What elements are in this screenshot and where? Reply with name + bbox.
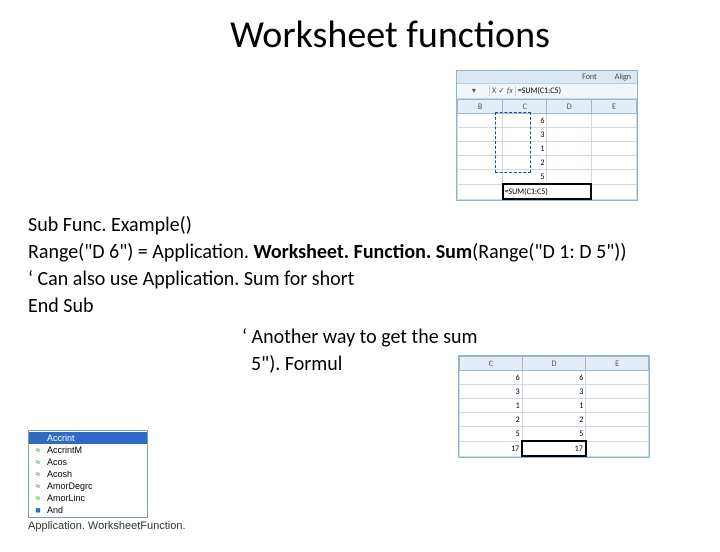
autocomplete-item-label: AmorLinc (47, 493, 85, 503)
ribbon-group-align: Align (615, 72, 631, 82)
cell: 5 (522, 427, 586, 442)
code-line-1: Sub Func. Example() (28, 212, 626, 239)
worksheet-grid-2: C D E 66 33 11 22 55 1717 (459, 356, 649, 457)
col-header: C (460, 357, 523, 371)
col-header: E (586, 357, 649, 371)
method-icon: ≈ (33, 494, 43, 502)
col-header: E (591, 100, 636, 114)
ribbon-group-font: Font (582, 72, 597, 82)
autocomplete-caption: Application. WorksheetFunction. (28, 520, 186, 532)
enter-icon: ✓ (498, 86, 505, 96)
autocomplete-item: ■ And (29, 504, 147, 516)
name-box: ▾ (457, 86, 490, 96)
code-line-2: Range("D 6") = Application. Worksheet. F… (28, 239, 626, 266)
autocomplete-item-label: Acosh (47, 469, 72, 479)
property-icon: ■ (33, 506, 43, 514)
cell: 3 (503, 128, 547, 142)
active-cell: 17 (522, 441, 586, 456)
cell: 2 (522, 413, 586, 427)
cell: 5 (503, 170, 547, 185)
autocomplete-item-label: Accrint (47, 433, 75, 443)
method-icon: ≈ (33, 470, 43, 478)
cell: 6 (460, 371, 523, 385)
worksheetfunction-autocomplete: ≈ Accrint ≈ AccrintM ≈ Acos ≈ Acosh ≈ AmorDegrc ≈ A… (28, 430, 186, 532)
autocomplete-item: ≈ AmorLinc (29, 492, 147, 504)
autocomplete-item-label: AccrintM (47, 445, 82, 455)
autocomplete-item: ≈ Acos (29, 456, 147, 468)
cell: 3 (460, 385, 523, 399)
formula-input: =SUM(C1:C5) (516, 86, 637, 96)
col-header: B (458, 100, 503, 114)
col-header: C (503, 100, 547, 114)
formula-bar: ▾ X ✓ fx =SUM(C1:C5) (457, 84, 637, 99)
cell: 1 (522, 399, 586, 413)
code-l2a: Range("D 6") = Application. (28, 240, 254, 264)
method-icon: ≈ (33, 482, 43, 490)
vba-code-block: Sub Func. Example() Range("D 6") = Appli… (28, 212, 626, 320)
col-header: D (522, 357, 586, 371)
autocomplete-item: ≈ Accrint (29, 432, 147, 444)
cell: 6 (503, 114, 547, 128)
code-line-3: ‘ Can also use Application. Sum for shor… (28, 266, 626, 293)
autocomplete-item: ≈ AccrintM (29, 444, 147, 456)
cancel-icon: X (492, 86, 496, 96)
cell: 2 (503, 156, 547, 170)
cell: 1 (503, 142, 547, 156)
formula-bar-buttons: X ✓ fx (490, 86, 516, 96)
ribbon-fragment: Font Align (457, 71, 637, 84)
code2-line-1: ‘ Another way to get the sum (242, 324, 519, 351)
cell: 17 (460, 441, 523, 456)
col-header: D (547, 100, 591, 114)
excel-screenshot-result: C D E 66 33 11 22 55 1717 (458, 355, 650, 458)
autocomplete-listbox: ≈ Accrint ≈ AccrintM ≈ Acos ≈ Acosh ≈ AmorDegrc ≈ A… (28, 430, 148, 518)
code-line-4: End Sub (28, 293, 626, 320)
code-l2c: (Range("D 1: D 5")) (472, 240, 626, 264)
fx-icon: fx (507, 86, 513, 96)
autocomplete-item-label: Acos (47, 457, 67, 467)
cell: 2 (460, 413, 523, 427)
autocomplete-item: ≈ AmorDegrc (29, 480, 147, 492)
autocomplete-item: ≈ Acosh (29, 468, 147, 480)
method-icon: ≈ (33, 434, 43, 442)
active-cell: =SUM(C1:C5) (503, 184, 592, 199)
code-l2b: Worksheet. Function. Sum (254, 240, 473, 264)
autocomplete-item-label: And (47, 505, 63, 515)
cell: 3 (522, 385, 586, 399)
cell: 1 (460, 399, 523, 413)
worksheet-grid: B C D E 6 3 1 2 5 =SUM(C1:C5) (457, 99, 637, 200)
method-icon: ≈ (33, 446, 43, 454)
excel-screenshot-formula-entry: Font Align ▾ X ✓ fx =SUM(C1:C5) B C D E … (456, 70, 638, 201)
cell: 6 (522, 371, 586, 385)
cell: 5 (460, 427, 523, 442)
method-icon: ≈ (33, 458, 43, 466)
slide-title: Worksheet functions (60, 12, 720, 58)
autocomplete-item-label: AmorDegrc (47, 481, 93, 491)
